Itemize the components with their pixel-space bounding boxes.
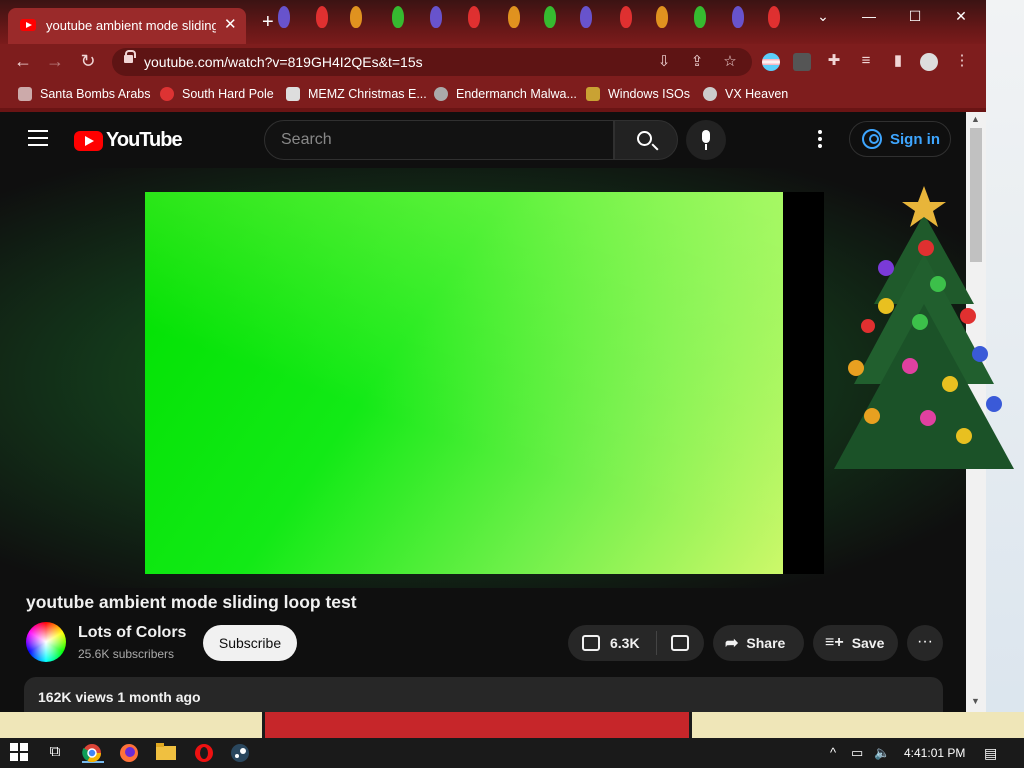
maximize-icon[interactable]: ☐ (900, 6, 930, 26)
bookmark-star-icon[interactable]: ☆ (720, 52, 740, 72)
bookmark-memz[interactable]: MEMZ Christmas E... (286, 85, 427, 103)
opera-taskbar-icon[interactable] (194, 743, 216, 763)
settings-kebab-icon[interactable] (818, 130, 822, 150)
christmas-tree-decoration (834, 186, 1014, 469)
network-icon[interactable]: ▭ (851, 745, 863, 761)
wallpaper-red-panel (262, 712, 692, 738)
youtube-logo[interactable]: YouTube (74, 129, 183, 152)
share-button[interactable]: ➦ Share (713, 625, 804, 661)
views-and-date: 162K views 1 month ago (38, 689, 201, 705)
extensions-puzzle-icon[interactable]: ✚ (824, 51, 844, 71)
sign-in-button[interactable]: Sign in (849, 121, 951, 157)
subscriber-count: 25.6K subscribers (78, 647, 175, 661)
task-view-icon[interactable]: ⧉ (44, 743, 66, 763)
close-tab-icon[interactable]: ✕ (224, 15, 237, 33)
video-player[interactable] (145, 192, 824, 574)
bookmark-windows-isos[interactable]: Windows ISOs (586, 85, 690, 103)
browser-tab-active[interactable]: youtube ambient mode sliding l ✕ (8, 8, 246, 44)
tab-title: youtube ambient mode sliding l (46, 18, 216, 33)
like-dislike-group: 6.3K (568, 625, 704, 661)
windows-start-icon[interactable] (10, 743, 32, 763)
install-app-icon[interactable]: ⇩ (654, 52, 674, 72)
bookmark-cone-icon (586, 87, 600, 101)
bookmarks-bar: Santa Bombs Arabs South Hard Pole MEMZ C… (0, 78, 986, 108)
extension-flag-icon[interactable] (762, 53, 780, 71)
share-page-icon[interactable]: ⇪ (687, 52, 707, 72)
title-bar: youtube ambient mode sliding l ✕ + ⌄ — ☐… (0, 0, 986, 44)
bookmark-vx-heaven[interactable]: VX Heaven (703, 85, 788, 103)
url-text: youtube.com/watch?v=819GH4I2QEs&t=15s (144, 54, 423, 70)
share-arrow-icon: ➦ (725, 635, 739, 652)
subscribe-button[interactable]: Subscribe (203, 625, 297, 661)
youtube-play-icon (74, 130, 103, 151)
search-icon (637, 131, 652, 146)
close-window-icon[interactable]: ✕ (946, 6, 976, 26)
youtube-header: YouTube Search Sign in (0, 112, 966, 168)
account-circle-icon (862, 129, 882, 149)
bookmark-skull-icon (703, 87, 717, 101)
bookmark-south-hard-pole[interactable]: South Hard Pole (160, 85, 274, 103)
new-tab-button[interactable]: + (262, 12, 274, 32)
firefox-taskbar-icon[interactable] (119, 743, 141, 763)
scroll-down-arrow-icon[interactable]: ▼ (971, 696, 980, 706)
browser-toolbar: ← → ↻ youtube.com/watch?v=819GH4I2QEs&t=… (0, 44, 986, 78)
back-arrow-icon[interactable]: ← (12, 50, 34, 72)
menu-hamburger-icon[interactable] (28, 130, 48, 146)
file-explorer-icon[interactable] (156, 743, 178, 763)
like-button[interactable]: 6.3K (582, 635, 640, 651)
tab-search-icon[interactable]: ⌄ (808, 6, 838, 26)
video-title: youtube ambient mode sliding loop test (26, 592, 357, 612)
lock-icon (124, 50, 136, 63)
more-actions-button[interactable]: ··· (907, 625, 943, 661)
bookmark-face-icon (434, 87, 448, 101)
address-bar[interactable]: youtube.com/watch?v=819GH4I2QEs&t=15s ⇩ … (112, 48, 752, 76)
like-divider (655, 631, 657, 655)
thumbs-down-icon[interactable] (670, 635, 689, 651)
thumbs-up-icon (582, 635, 600, 651)
forward-arrow-icon[interactable]: → (44, 50, 66, 72)
extension-s-icon[interactable] (793, 53, 811, 71)
search-placeholder: Search (281, 131, 332, 148)
show-hidden-icons-chevron-icon[interactable]: ^ (830, 745, 836, 760)
volume-icon[interactable]: 🔈 (874, 745, 890, 761)
youtube-favicon-icon (20, 19, 36, 31)
bookmark-santa-icon (18, 87, 32, 101)
video-frame[interactable] (145, 192, 783, 574)
scroll-up-arrow-icon[interactable]: ▲ (971, 114, 980, 124)
taskbar-clock[interactable]: 4:41:01 PM (904, 746, 965, 760)
side-panel-icon[interactable]: ▮ (888, 51, 908, 71)
minimize-icon[interactable]: — (854, 6, 884, 26)
search-button[interactable] (614, 120, 678, 160)
channel-name[interactable]: Lots of Colors (78, 624, 186, 642)
media-queue-icon[interactable]: ≡ (856, 51, 876, 71)
channel-avatar[interactable] (26, 622, 66, 662)
windows-taskbar: ⧉ ^ ▭ 🔈 4:41:01 PM ▤ (0, 738, 1024, 768)
chrome-menu-icon[interactable]: ⋮ (952, 51, 972, 71)
description-box[interactable]: 162K views 1 month ago (24, 677, 943, 712)
profile-avatar[interactable] (920, 53, 938, 71)
youtube-page: YouTube Search Sign in youtube ambient m… (0, 112, 966, 712)
reload-icon[interactable]: ↻ (77, 50, 99, 72)
steam-taskbar-icon[interactable] (230, 743, 252, 763)
bookmark-image-icon (286, 87, 300, 101)
bookmark-santa-bombs[interactable]: Santa Bombs Arabs (18, 85, 150, 103)
bookmark-star-icon (160, 87, 174, 101)
bookmark-endermanch[interactable]: Endermanch Malwa... (434, 85, 577, 103)
playlist-add-icon: ≡+ (825, 634, 844, 651)
search-input[interactable]: Search (264, 120, 614, 160)
save-button[interactable]: ≡+ Save (813, 625, 898, 661)
notifications-icon[interactable]: ▤ (984, 745, 997, 762)
chrome-taskbar-icon[interactable] (82, 743, 104, 763)
voice-search-mic-icon[interactable] (686, 120, 726, 160)
